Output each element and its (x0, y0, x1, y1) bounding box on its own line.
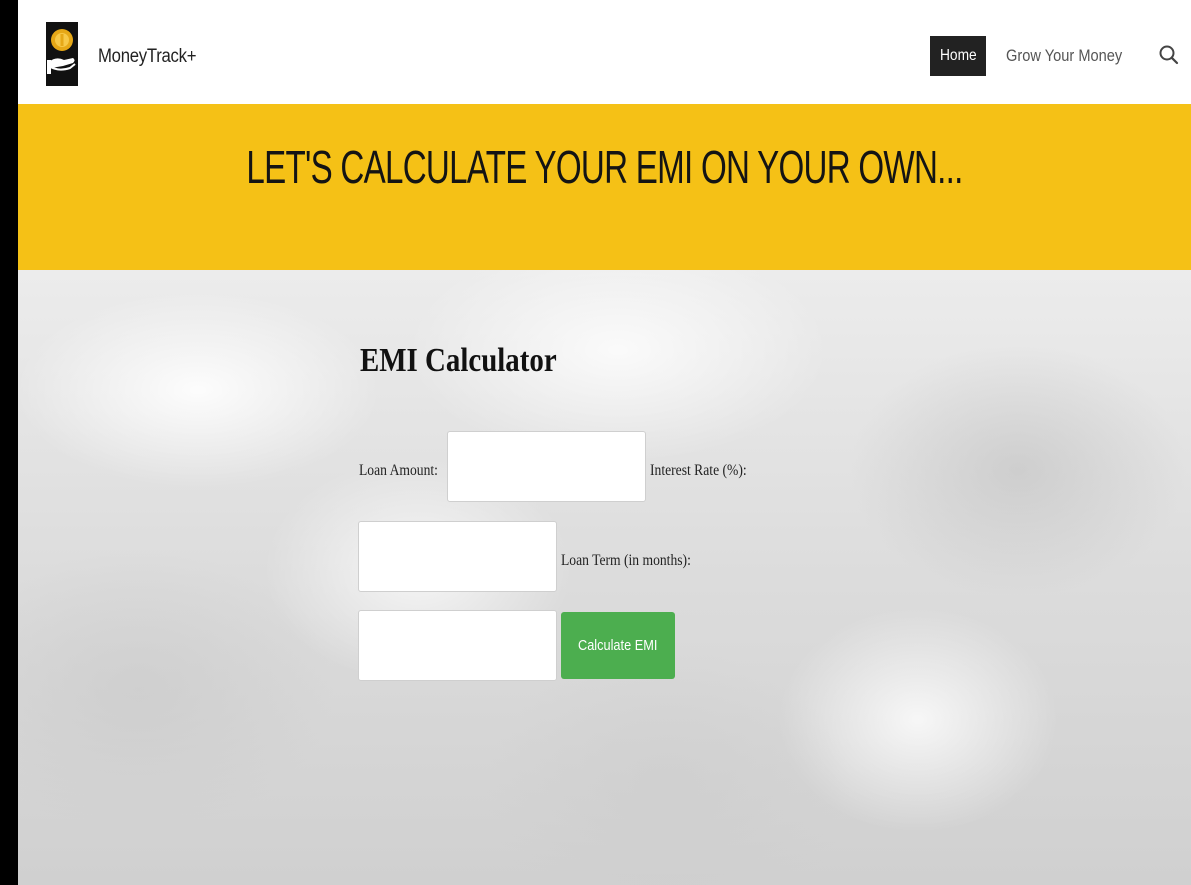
coin-hand-icon[interactable] (46, 22, 78, 86)
site-header: MoneyTrack+ Home Grow Your Money (18, 0, 1191, 104)
interest-rate-input[interactable] (358, 521, 557, 592)
loan-amount-label: Loan Amount: (359, 462, 438, 479)
loan-term-input[interactable] (358, 610, 557, 681)
calculator-title: EMI Calculator (360, 342, 557, 379)
interest-rate-label: Interest Rate (%): (650, 462, 747, 479)
nav-home-label: Home (939, 47, 977, 64)
calculate-emi-button[interactable]: Calculate EMI (561, 612, 675, 679)
nav-grow-your-money[interactable]: Grow Your Money (1006, 46, 1122, 66)
banner-title: LET'S CALCULATE YOUR EMI ON YOUR OWN... (246, 141, 963, 193)
nav-home[interactable]: Home (930, 36, 986, 76)
page: MoneyTrack+ Home Grow Your Money LET'S C… (0, 0, 1191, 885)
loan-term-label: Loan Term (in months): (561, 552, 691, 569)
hero-banner: LET'S CALCULATE YOUR EMI ON YOUR OWN... (18, 104, 1191, 270)
loan-amount-input[interactable] (447, 431, 646, 502)
brand-name[interactable]: MoneyTrack+ (98, 46, 196, 68)
calculate-emi-button-label: Calculate EMI (578, 637, 658, 654)
search-icon[interactable] (1158, 44, 1180, 66)
calculator-section: EMI Calculator Loan Amount: Interest Rat… (18, 270, 1191, 885)
